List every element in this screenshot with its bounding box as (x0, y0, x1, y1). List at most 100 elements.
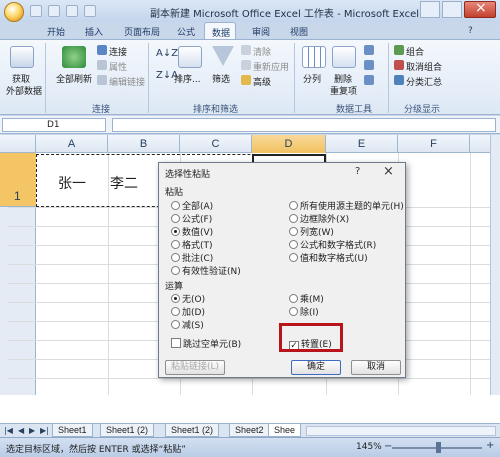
group-icon[interactable] (394, 45, 404, 55)
horizontal-scrollbar[interactable] (306, 426, 496, 436)
text-to-columns-icon[interactable] (302, 46, 326, 68)
close-window-button[interactable] (464, 0, 496, 18)
dialog-help-icon[interactable]: ? (355, 166, 360, 177)
get-external-data-icon[interactable] (10, 46, 34, 68)
next-sheet-icon[interactable]: ▶ (29, 426, 35, 435)
ungroup-label[interactable]: 取消组合 (406, 60, 442, 73)
ok-button[interactable]: 确定 (291, 360, 341, 375)
get-external-label-2[interactable]: 外部数据 (6, 84, 42, 97)
cancel-button[interactable]: 取消 (351, 360, 401, 375)
formula-bar: D1 (0, 116, 500, 134)
radio-paste-all[interactable]: 全部(A) (171, 199, 213, 212)
paste-link-button[interactable]: 粘贴链接(L) (165, 360, 225, 375)
radio-op-add[interactable]: 加(D) (171, 305, 205, 318)
last-sheet-icon[interactable]: ▶| (40, 426, 49, 435)
tab-data[interactable]: 数据 (204, 22, 236, 40)
radio-paste-no-borders[interactable]: 边框除外(X) (289, 212, 349, 225)
tab-insert[interactable]: 插入 (85, 25, 103, 38)
save-icon[interactable] (30, 5, 42, 17)
undo-icon[interactable] (48, 5, 60, 17)
tab-home[interactable]: 开始 (47, 25, 65, 38)
window-title: 副本新建 Microsoft Office Excel 工作表 - Micros… (150, 9, 420, 20)
data-validation-icon[interactable] (364, 45, 374, 55)
radio-paste-comments[interactable]: 批注(C) (171, 251, 213, 264)
sheet-tab-active[interactable]: Shee (268, 424, 302, 437)
zoom-in-icon[interactable]: + (486, 440, 494, 451)
radio-paste-values-numbers[interactable]: 值和数字格式(U) (289, 251, 368, 264)
prev-sheet-icon[interactable]: ◀ (18, 426, 24, 435)
filter-label[interactable]: 筛选 (212, 72, 230, 85)
cell-a1[interactable]: 张一 (58, 173, 86, 193)
refresh-all-label[interactable]: 全部刷新 (56, 72, 92, 85)
advanced-label[interactable]: 高级 (253, 75, 271, 88)
subtotal-label[interactable]: 分类汇总 (406, 75, 442, 88)
sort-az-icon[interactable]: A↓Z (156, 48, 178, 59)
redo-icon[interactable] (66, 5, 78, 17)
radio-paste-formulas[interactable]: 公式(F) (171, 212, 212, 225)
radio-op-divide[interactable]: 除(I) (289, 305, 319, 318)
radio-op-none[interactable]: 无(O) (171, 292, 205, 305)
sheet-tab[interactable]: Sheet2 (229, 424, 270, 437)
radio-op-multiply[interactable]: 乘(M) (289, 292, 324, 305)
remove-dup-label-2[interactable]: 重复项 (330, 84, 357, 97)
minimize-button[interactable] (420, 1, 440, 18)
zoom-level[interactable]: 145% (356, 442, 382, 452)
advanced-filter-icon[interactable] (241, 75, 251, 85)
tab-page-layout[interactable]: 页面布局 (124, 25, 160, 38)
column-header-row: A B C D E F (0, 135, 490, 153)
customize-toolbar-icon[interactable] (84, 5, 96, 17)
first-sheet-icon[interactable]: |◀ (4, 426, 13, 435)
remove-duplicates-icon[interactable] (332, 46, 356, 68)
row-header-1[interactable]: 1 (0, 153, 36, 207)
vertical-scrollbar[interactable] (490, 135, 500, 395)
sort-icon[interactable] (178, 46, 202, 68)
subtotal-icon[interactable] (394, 75, 404, 85)
cell-b1[interactable]: 李二 (110, 173, 138, 193)
radio-paste-formats[interactable]: 格式(T) (171, 238, 213, 251)
radio-paste-values[interactable]: 数值(V) (171, 225, 213, 238)
split-label[interactable]: 分列 (303, 72, 321, 85)
dialog-close-icon[interactable]: × (383, 164, 394, 179)
radio-paste-validation[interactable]: 有效性验证(N) (171, 264, 241, 277)
tab-view[interactable]: 视图 (290, 25, 308, 38)
select-all-corner[interactable] (0, 135, 36, 153)
column-header-c[interactable]: C (180, 135, 252, 153)
column-header-b[interactable]: B (108, 135, 180, 153)
zoom-slider-thumb[interactable] (436, 442, 441, 453)
sheet-tab[interactable]: Sheet1 (52, 424, 93, 437)
group-label-data-tools: 数据工具 (336, 105, 373, 115)
office-button-icon[interactable] (4, 2, 24, 22)
refresh-all-icon[interactable] (62, 46, 86, 68)
radio-paste-formulas-numbers[interactable]: 公式和数字格式(R) (289, 238, 376, 251)
name-box[interactable]: D1 (2, 118, 106, 132)
column-header-f[interactable]: F (398, 135, 470, 153)
properties-label: 属性 (109, 63, 128, 73)
sheet-tab[interactable]: Sheet1 (2) (165, 424, 220, 437)
radio-op-subtract[interactable]: 减(S) (171, 318, 204, 331)
column-header-e[interactable]: E (326, 135, 398, 153)
checkbox-skip-blanks[interactable]: 跳过空单元(B) (171, 337, 241, 350)
tab-formulas[interactable]: 公式 (177, 25, 195, 38)
connections-icon[interactable] (97, 45, 107, 55)
what-if-icon[interactable] (364, 75, 374, 85)
tab-review[interactable]: 审阅 (252, 25, 270, 38)
radio-paste-column-widths[interactable]: 列宽(W) (289, 225, 334, 238)
sort-label[interactable]: 排序... (174, 72, 201, 85)
dialog-title: 选择性粘贴 (165, 170, 211, 180)
connections-label[interactable]: 连接 (109, 45, 127, 58)
column-header-a[interactable]: A (36, 135, 108, 153)
column-header-d[interactable]: D (252, 135, 326, 153)
ungroup-icon[interactable] (394, 60, 404, 70)
filter-funnel-icon[interactable] (212, 46, 234, 66)
radio-label: 减(S) (182, 321, 204, 331)
formula-input[interactable] (112, 118, 496, 132)
radio-label: 值和数字格式(U) (300, 254, 368, 264)
radio-paste-source-theme[interactable]: 所有使用源主题的单元(H) (289, 199, 404, 212)
group-label[interactable]: 组合 (406, 45, 424, 58)
operation-section-label: 运算 (165, 282, 184, 292)
maximize-button[interactable] (442, 1, 462, 18)
group-separator (148, 43, 149, 113)
consolidate-icon[interactable] (364, 60, 374, 70)
help-icon[interactable]: ? (468, 26, 473, 36)
sheet-tab[interactable]: Sheet1 (2) (100, 424, 155, 437)
